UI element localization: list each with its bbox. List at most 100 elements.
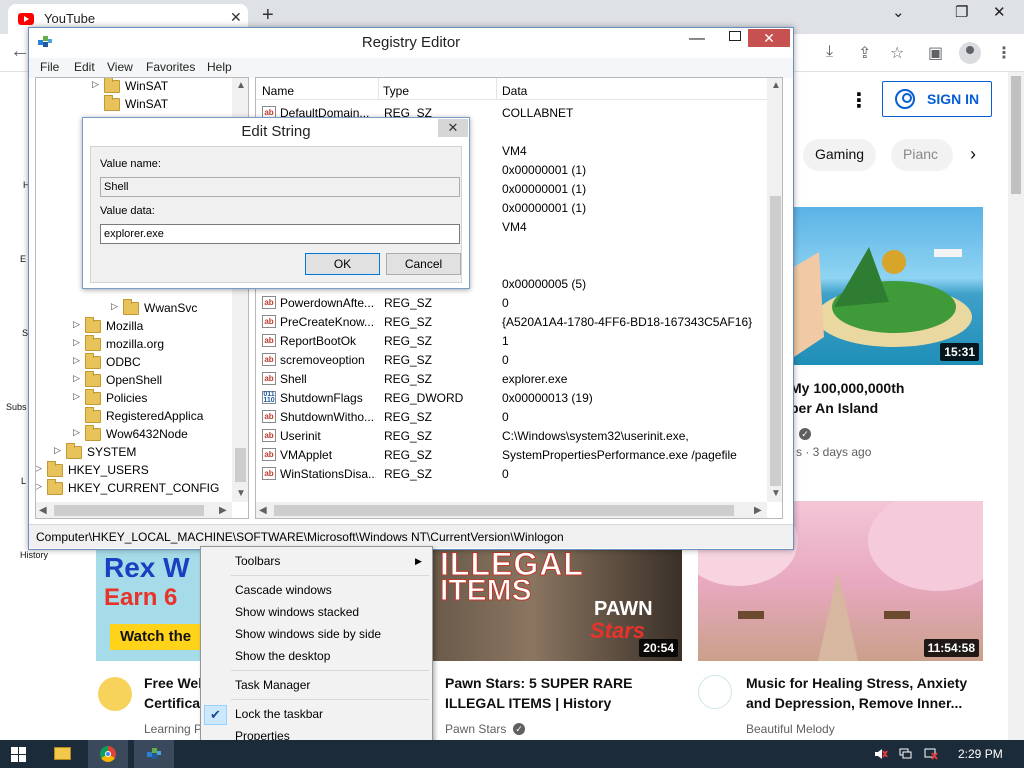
maximize-icon[interactable] xyxy=(729,31,741,41)
registry-value-row[interactable]: ab ShutdownWitho... REG_SZ 0 xyxy=(256,408,776,427)
windows-start-icon[interactable] xyxy=(11,747,26,762)
video-title-line2[interactable]: ber An Island xyxy=(790,398,878,418)
channel-name[interactable]: Pawn Stars xyxy=(445,722,506,736)
scroll-right-icon[interactable]: ▶ xyxy=(219,505,227,516)
tree-node[interactable]: WinSAT xyxy=(36,95,236,114)
tree-horizontal-scrollbar[interactable]: ◀ ▶ xyxy=(36,502,232,518)
column-header-data[interactable]: Data xyxy=(502,84,527,98)
tree-expand-icon[interactable]: ▷ xyxy=(73,355,80,366)
scroll-left-icon[interactable]: ◀ xyxy=(39,505,47,516)
video-thumbnail-pawn-stars[interactable]: ILLEGAL ITEMS PAWN Stars 20:54 xyxy=(432,546,682,661)
menu-item-cascade-windows[interactable]: Cascade windows xyxy=(235,583,332,597)
tree-node[interactable]: ▷ WinSAT xyxy=(36,78,236,96)
taskbar-chrome[interactable] xyxy=(88,740,128,768)
channel-avatar[interactable] xyxy=(98,677,132,711)
tree-expand-icon[interactable]: ▷ xyxy=(36,463,42,474)
video-thumbnail-island[interactable]: 15:31 xyxy=(794,207,983,365)
tree-expand-icon[interactable]: ▷ xyxy=(54,445,61,456)
tab-search-icon[interactable]: ⌄ xyxy=(892,3,905,21)
tree-expand-icon[interactable]: ▷ xyxy=(111,301,118,312)
browser-restore-icon[interactable]: ❐ xyxy=(955,3,968,21)
column-header-type[interactable]: Type xyxy=(383,84,409,98)
registry-editor-titlebar[interactable]: Registry Editor — ✕ xyxy=(29,28,793,58)
network-icon[interactable] xyxy=(899,748,913,760)
scroll-down-icon[interactable]: ▼ xyxy=(236,488,246,499)
values-horizontal-scrollbar[interactable]: ◀ ▶ xyxy=(256,502,767,518)
new-tab-button[interactable]: + xyxy=(262,5,274,25)
tree-expand-icon[interactable]: ▷ xyxy=(73,427,80,438)
tree-expand-icon[interactable]: ▷ xyxy=(92,79,99,90)
values-hscroll-thumb[interactable] xyxy=(274,505,734,516)
menu-favorites[interactable]: Favorites xyxy=(146,60,195,74)
values-scroll-thumb[interactable] xyxy=(770,196,781,486)
taskbar-file-explorer[interactable] xyxy=(42,740,82,768)
browser-menu-icon[interactable]: ⋮ xyxy=(996,43,1012,63)
menu-item-side-by-side[interactable]: Show windows side by side xyxy=(235,627,381,641)
tree-node[interactable]: ▷ Mozilla xyxy=(36,317,236,336)
sign-in-button[interactable]: SIGN IN xyxy=(882,81,992,117)
values-vertical-scrollbar[interactable]: ▲ ▼ xyxy=(767,78,782,502)
value-data-input[interactable]: explorer.exe xyxy=(100,224,460,244)
video-thumbnail-rex[interactable]: Rex W Earn 6 Watch the xyxy=(96,546,206,661)
tree-node[interactable]: ▷ HKEY_CURRENT_CONFIG xyxy=(36,479,236,498)
menu-item-task-manager[interactable]: Task Manager xyxy=(235,678,310,692)
chevron-right-icon[interactable]: › xyxy=(970,144,976,165)
more-options-icon[interactable]: ⋮ xyxy=(849,88,869,113)
tab-close-icon[interactable]: ✕ xyxy=(230,9,242,26)
menu-item-lock-taskbar[interactable]: Lock the taskbar xyxy=(235,707,323,721)
tree-node[interactable]: ▷ SYSTEM xyxy=(36,443,236,462)
menu-item-toolbars[interactable]: Toolbars xyxy=(235,554,280,568)
dialog-close-icon[interactable]: ✕ xyxy=(438,119,468,137)
cancel-button[interactable]: Cancel xyxy=(386,253,461,275)
chip-piano[interactable]: Pianc xyxy=(891,139,953,171)
tree-expand-icon[interactable]: ▷ xyxy=(73,391,80,402)
ok-button[interactable]: OK xyxy=(305,253,380,275)
close-icon[interactable]: ✕ xyxy=(748,29,790,47)
tree-node[interactable]: ▷ ODBC xyxy=(36,353,236,372)
registry-value-row[interactable]: ab scremoveoption REG_SZ 0 xyxy=(256,351,776,370)
share-icon[interactable]: ⇪ xyxy=(858,43,871,63)
registry-value-row[interactable]: 011 110 ShutdownFlags REG_DWORD 0x00000013 … xyxy=(256,389,776,408)
tree-node[interactable]: RegisteredApplica xyxy=(36,407,236,426)
video-title-line1[interactable]: Free Web xyxy=(144,673,207,693)
menu-view[interactable]: View xyxy=(107,60,133,74)
scroll-up-icon[interactable]: ▲ xyxy=(236,80,246,91)
menu-item-show-desktop[interactable]: Show the desktop xyxy=(235,649,330,663)
video-title-line2[interactable]: and Depression, Remove Inner... xyxy=(746,693,962,713)
page-scrollbar-thumb[interactable] xyxy=(1011,76,1021,194)
windows-taskbar[interactable]: 2:29 PM xyxy=(0,740,1024,768)
action-center-icon[interactable] xyxy=(924,748,938,760)
tree-node[interactable]: ▷ Wow6432Node xyxy=(36,425,236,444)
channel-name[interactable]: Learning P xyxy=(144,722,202,736)
menu-item-show-windows-stacked[interactable]: Show windows stacked xyxy=(235,605,359,619)
tree-expand-icon[interactable]: ▷ xyxy=(36,481,42,492)
tree-expand-icon[interactable]: ▷ xyxy=(73,337,80,348)
sidebar-label-history[interactable]: History xyxy=(20,550,48,560)
menu-help[interactable]: Help xyxy=(207,60,232,74)
back-arrow-icon[interactable]: ← xyxy=(10,40,30,63)
tree-scroll-thumb[interactable] xyxy=(235,448,246,482)
scroll-up-icon[interactable]: ▲ xyxy=(771,80,781,91)
tree-node[interactable]: ▷ HKEY_USERS xyxy=(36,461,236,480)
browser-close-icon[interactable]: ✕ xyxy=(993,3,1006,21)
registry-value-row[interactable]: ab PreCreateKnow... REG_SZ {A520A1A4-1780-4… xyxy=(256,313,776,332)
column-header-name[interactable]: Name xyxy=(262,84,294,98)
video-title-line1[interactable]: Music for Healing Stress, Anxiety xyxy=(746,673,967,693)
tree-node[interactable]: ▷ WwanSvc xyxy=(36,299,236,318)
registry-value-row[interactable]: ab VMApplet REG_SZ SystemPropertiesPerforma… xyxy=(256,446,776,465)
video-title-line2[interactable]: Certificat xyxy=(144,693,205,713)
registry-value-row[interactable]: ab PowerdownAfte... REG_SZ 0 xyxy=(256,294,776,313)
sidebar-label-explore[interactable]: E xyxy=(20,254,26,264)
bookmark-star-icon[interactable]: ☆ xyxy=(890,43,904,63)
tree-expand-icon[interactable]: ▷ xyxy=(73,319,80,330)
minimize-icon[interactable]: — xyxy=(689,30,705,48)
video-title-line1[interactable]: My 100,000,000th xyxy=(790,378,904,398)
menu-edit[interactable]: Edit xyxy=(74,60,95,74)
tree-node[interactable]: ▷ OpenShell xyxy=(36,371,236,390)
channel-avatar[interactable] xyxy=(698,675,732,709)
download-icon[interactable]: ⤓ xyxy=(826,43,833,61)
menu-file[interactable]: File xyxy=(40,60,59,74)
profile-avatar-icon[interactable] xyxy=(959,42,981,64)
registry-value-row[interactable]: ab WinStationsDisa... REG_SZ 0 xyxy=(256,465,776,484)
scroll-left-icon[interactable]: ◀ xyxy=(259,505,267,516)
